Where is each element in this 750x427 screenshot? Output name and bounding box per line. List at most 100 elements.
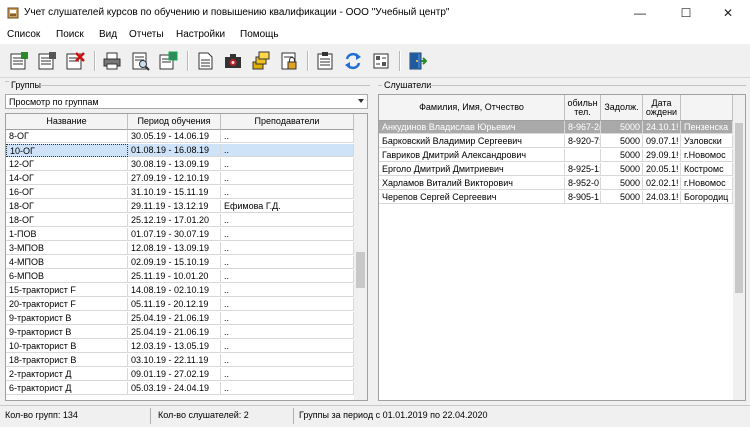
group-row[interactable]: 16-ОГ 31.10.19 - 15.11.19.. [6, 186, 354, 199]
students-header-phone[interactable]: обильн тел. [565, 95, 601, 121]
students-panel-border [430, 85, 746, 86]
group-name-cell: 4-МПОВ [6, 256, 128, 269]
groups-header-name[interactable]: Название [6, 114, 128, 130]
student-row[interactable]: Гавриков Дмитрий Александрович 5000 29.09.… [379, 149, 733, 162]
groups-scrollbar[interactable] [354, 114, 367, 400]
menu-help[interactable]: Помощь [240, 29, 279, 40]
group-teachers-cell: .. [221, 242, 354, 255]
lock-document-icon[interactable] [279, 51, 299, 71]
group-period-cell: 25.12.19 - 17.01.20 [128, 214, 221, 227]
group-period-cell: 09.01.19 - 27.02.19 [128, 368, 221, 381]
delete-record-icon[interactable] [65, 51, 85, 71]
menu-search[interactable]: Поиск [56, 29, 84, 40]
settings-icon[interactable] [371, 51, 391, 71]
group-teachers-cell: .. [221, 228, 354, 241]
group-period-cell: 12.08.19 - 13.09.19 [128, 242, 221, 255]
menu-list[interactable]: Список [7, 29, 40, 40]
group-period-cell: 05.03.19 - 24.04.19 [128, 382, 221, 395]
student-row[interactable]: Ерголо Дмитрий Дмитриевич 8-925-1: 5000 20.… [379, 163, 733, 176]
students-header-debt-label: Задолж. [604, 102, 639, 112]
group-period-cell: 14.08.19 - 02.10.19 [128, 284, 221, 297]
group-row[interactable]: 18-ОГ 29.11.19 - 13.12.19 Ефимова Г.Д. [6, 200, 354, 213]
students-scrollbar[interactable] [733, 95, 745, 400]
exit-door-icon[interactable] [407, 51, 427, 71]
groups-scrollbar-thumb[interactable] [356, 252, 365, 288]
refresh-icon[interactable] [343, 51, 363, 71]
group-row[interactable]: 14-ОГ 27.09.19 - 12.10.19.. [6, 172, 354, 185]
group-row[interactable]: 15-тракторист F 14.08.19 - 02.10.19.. [6, 284, 354, 297]
document-icon[interactable] [195, 51, 215, 71]
student-row[interactable]: Анкудинов Владислав Юрьевич 8-967-2(5000 2… [379, 121, 733, 134]
add-record-icon[interactable] [9, 51, 29, 71]
group-period-cell: 25.04.19 - 21.06.19 [128, 326, 221, 339]
group-name-cell: 18-ОГ [6, 200, 128, 213]
student-dob-cell: 24.03.1! [643, 191, 681, 204]
group-name-cell: 14-ОГ [6, 172, 128, 185]
menu-view[interactable]: Вид [99, 29, 117, 40]
students-scrollbar-thumb[interactable] [735, 123, 743, 293]
window-title: Учет слушателей курсов по обучению и пов… [24, 7, 450, 18]
group-row[interactable]: 1-ПОВ 01.07.19 - 30.07.19.. [6, 228, 354, 241]
student-row[interactable]: Черепов Сергей Сергеевич 8-905-1 5000 24.03… [379, 191, 733, 204]
clipboard-icon[interactable] [315, 51, 335, 71]
students-header-dob-label: Дата ождени [645, 97, 678, 117]
group-row[interactable]: 12-ОГ 30.08.19 - 13.09.19.. [6, 158, 354, 171]
group-row[interactable]: 2-тракторист Д 09.01.19 - 27.02.19.. [6, 368, 354, 381]
groups-table: Название Период обучения Преподаватели 8… [5, 113, 368, 401]
group-row[interactable]: 6-тракторист Д 05.03.19 - 24.04.19.. [6, 382, 354, 395]
groups-header-period[interactable]: Период обучения [128, 114, 221, 130]
student-debt-cell: 5000 [601, 177, 643, 190]
group-row[interactable]: 10-ОГ 01.08.19 - 16.08.19.. [6, 144, 354, 157]
student-phone-cell: 8-925-1: [565, 163, 601, 176]
close-button[interactable]: ✕ [706, 0, 750, 26]
student-row[interactable]: Барковский Владимир Сергеевич 8-920-7: 500… [379, 135, 733, 148]
group-row[interactable]: 9-тракторист В 25.04.19 - 21.06.19.. [6, 312, 354, 325]
students-header-address[interactable] [681, 95, 733, 121]
group-period-cell: 25.04.19 - 21.06.19 [128, 312, 221, 325]
group-row[interactable]: 20-тракторист F 05.11.19 - 20.12.19.. [6, 298, 354, 311]
camera-icon[interactable] [223, 51, 243, 71]
group-period-cell: 02.09.19 - 15.10.19 [128, 256, 221, 269]
view-mode-dropdown[interactable]: Просмотр по группам [5, 94, 368, 109]
group-name-cell: 2-тракторист Д [6, 368, 128, 381]
group-row[interactable]: 10-тракторист В 12.03.19 - 13.05.19.. [6, 340, 354, 353]
group-name-cell: 10-ОГ [6, 144, 128, 157]
groups-panel-border [5, 81, 9, 82]
group-period-cell: 12.03.19 - 13.05.19 [128, 340, 221, 353]
students-header-fio[interactable]: Фамилия, Имя, Отчество [379, 95, 565, 121]
group-period-cell: 30.08.19 - 13.09.19 [128, 158, 221, 171]
menu-settings[interactable]: Настройки [176, 29, 225, 40]
print-icon[interactable] [102, 51, 122, 71]
export-icon[interactable] [158, 51, 178, 71]
group-teachers-cell: .. [221, 284, 354, 297]
students-header-debt[interactable]: Задолж. [601, 95, 643, 121]
database-icon[interactable] [251, 51, 271, 71]
groups-panel-border [40, 85, 370, 86]
student-row[interactable]: Харламов Виталий Викторович 8-952-0 5000 02… [379, 177, 733, 190]
menu-reports[interactable]: Отчеты [129, 29, 164, 40]
minimize-button[interactable]: — [618, 0, 662, 26]
group-row[interactable]: 6-МПОВ 25.11.19 - 10.01.20.. [6, 270, 354, 283]
edit-record-icon[interactable] [37, 51, 57, 71]
group-period-cell: 01.08.19 - 16.08.19 [128, 144, 221, 157]
students-header-dob[interactable]: Дата ождени [643, 95, 681, 121]
group-row[interactable]: 18-ОГ 25.12.19 - 17.01.20.. [6, 214, 354, 227]
maximize-button[interactable]: ☐ [664, 0, 708, 26]
group-row[interactable]: 8-ОГ 30.05.19 - 14.06.19.. [6, 130, 354, 143]
groups-panel-label: Группы [11, 80, 41, 90]
student-fio-cell: Ерголо Дмитрий Дмитриевич [379, 163, 565, 176]
group-row[interactable]: 4-МПОВ 02.09.19 - 15.10.19.. [6, 256, 354, 269]
chevron-down-icon [358, 99, 364, 103]
students-header-fio-label: Фамилия, Имя, Отчество [419, 102, 524, 112]
group-name-cell: 6-тракторист Д [6, 382, 128, 395]
period-filter: Группы за период с 01.01.2019 по 22.04.2… [299, 410, 488, 420]
student-address-cell: г.Новомос [681, 149, 733, 162]
group-row[interactable]: 18-тракторист В 03.10.19 - 22.11.19.. [6, 354, 354, 367]
group-row[interactable]: 3-МПОВ 12.08.19 - 13.09.19.. [6, 242, 354, 255]
print-preview-icon[interactable] [130, 51, 150, 71]
groups-header-teachers[interactable]: Преподаватели [221, 114, 354, 130]
group-teachers-cell: .. [221, 256, 354, 269]
students-panel-label: Слушатели [384, 80, 432, 90]
group-row[interactable]: 9-тракторист В 25.04.19 - 21.06.19.. [6, 326, 354, 339]
group-teachers-cell: .. [221, 340, 354, 353]
